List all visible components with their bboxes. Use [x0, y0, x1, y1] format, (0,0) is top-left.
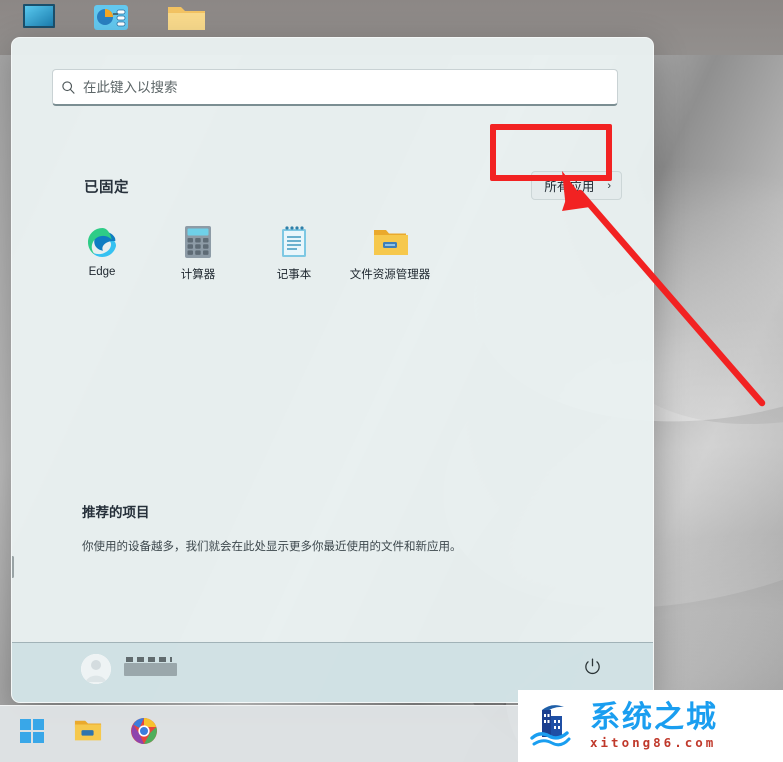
desktop-icon-folder[interactable] [163, 2, 209, 36]
pinned-app-label: 文件资源管理器 [349, 269, 431, 281]
taskbar-start-button[interactable] [16, 715, 48, 747]
search-input[interactable] [83, 70, 617, 104]
building-wave-logo-icon [528, 698, 584, 755]
pinned-app-label: 计算器 [180, 269, 216, 281]
search-icon [53, 80, 83, 95]
watermark-text: 系统之城 xitong86.com [590, 699, 718, 750]
watermark-en: xitong86.com [590, 734, 717, 750]
pinned-app-label: 记事本 [276, 269, 312, 281]
notepad-icon [246, 218, 342, 260]
all-apps-label: 所有应用 [544, 180, 595, 194]
pinned-app-notepad[interactable]: 记事本 [246, 218, 342, 282]
site-watermark: 系统之城 xitong86.com [518, 690, 783, 762]
start-menu-body: 已固定 所有应用 › Edge [12, 38, 653, 643]
recommended-subtitle: 你使用的设备越多，我们就会在此处显示更多你最近使用的文件和新应用。 [82, 541, 462, 553]
power-button[interactable] [579, 656, 605, 682]
chevron-right-icon: › [607, 179, 611, 192]
power-icon [583, 657, 602, 681]
file-explorer-icon [342, 218, 438, 260]
user-avatar-icon [81, 654, 111, 684]
pinned-header: 已固定 所有应用 › [52, 171, 622, 206]
desktop-icon-row [0, 0, 783, 42]
edge-icon [54, 218, 150, 260]
all-apps-button[interactable]: 所有应用 › [531, 171, 622, 200]
calculator-icon [150, 218, 246, 260]
pinned-app-label: Edge [88, 266, 116, 278]
start-menu-panel: 已固定 所有应用 › Edge [11, 37, 654, 703]
username-label [124, 656, 177, 676]
pinned-title: 已固定 [84, 180, 129, 196]
desktop-icon-this-pc[interactable] [16, 2, 62, 36]
pinned-app-calculator[interactable]: 计算器 [150, 218, 246, 282]
taskbar-icon-group [16, 715, 160, 747]
recommended-section: 推荐的项目 你使用的设备越多，我们就会在此处显示更多你最近使用的文件和新应用。 [82, 501, 602, 555]
taskbar-chrome[interactable] [128, 715, 160, 747]
recommended-title: 推荐的项目 [82, 505, 150, 520]
search-box[interactable] [52, 69, 618, 106]
desktop-icon-control-panel[interactable] [88, 2, 134, 36]
pinned-app-file-explorer[interactable]: 文件资源管理器 [342, 218, 438, 282]
user-account-button[interactable] [81, 654, 177, 684]
watermark-cn: 系统之城 [590, 699, 718, 735]
pinned-app-edge[interactable]: Edge [54, 218, 150, 278]
taskbar-file-explorer[interactable] [72, 715, 104, 747]
scrollbar-indicator[interactable] [12, 556, 14, 578]
